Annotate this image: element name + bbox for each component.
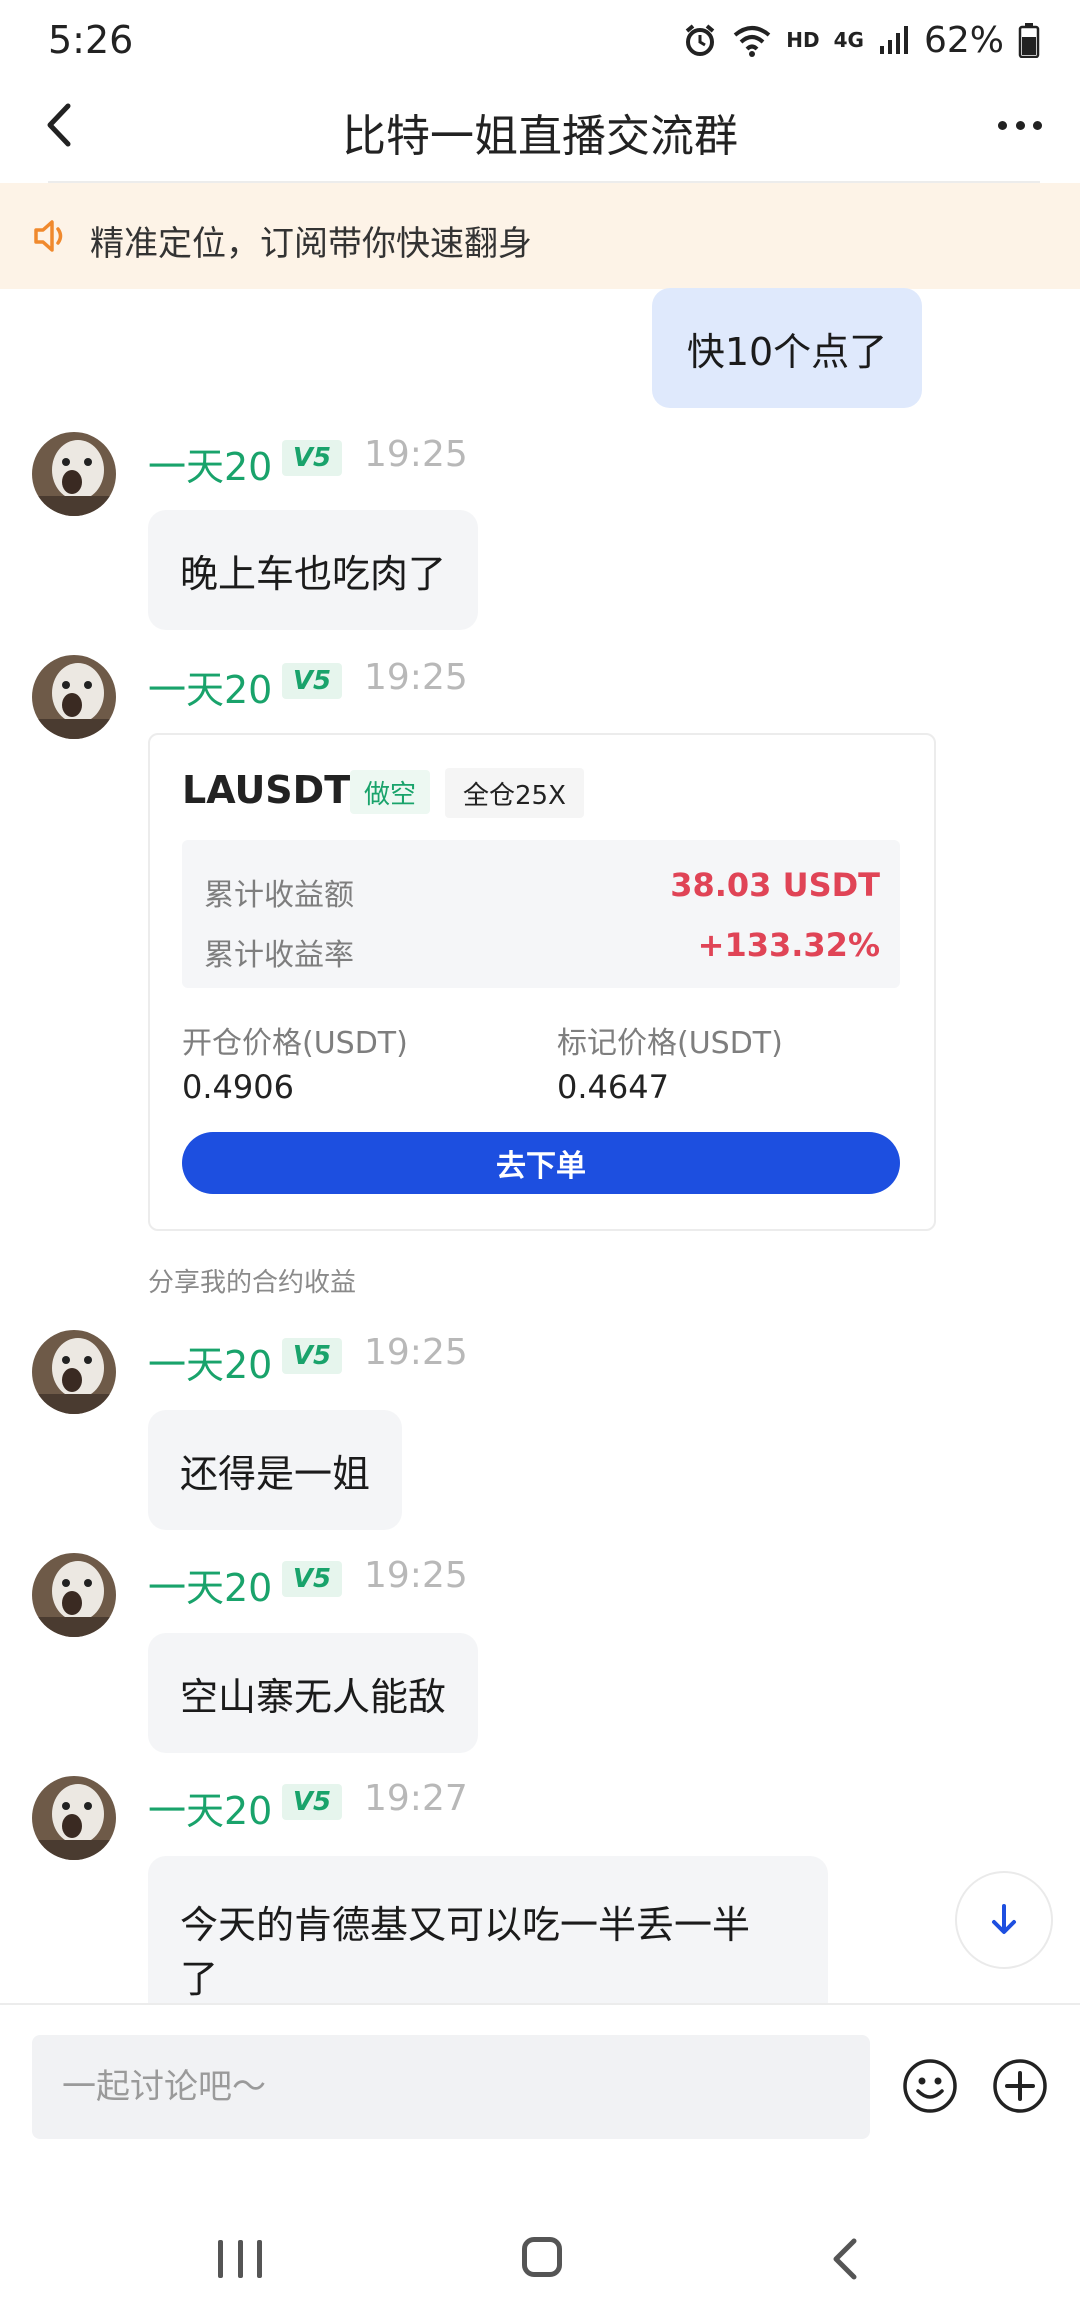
level-badge: V5 xyxy=(282,1561,342,1597)
level-badge: V5 xyxy=(282,663,342,699)
leverage-tag: 全仓25X xyxy=(445,768,584,818)
message-bubble[interactable]: 晚上车也吃肉了 xyxy=(148,510,479,630)
status-icons: HD 4G 62% xyxy=(682,18,1040,62)
sender-name[interactable]: 一天20 xyxy=(148,1557,272,1612)
message-bubble[interactable]: 空山寨无人能敌 xyxy=(148,1633,479,1753)
network-4g-label: 4G xyxy=(833,28,864,52)
arrow-down-icon xyxy=(992,1904,1016,1934)
rate-label: 累计收益率 xyxy=(204,938,354,973)
mark-price-label: 标记价格(USDT) xyxy=(557,1026,783,1061)
avatar[interactable] xyxy=(32,655,116,739)
level-badge: V5 xyxy=(282,1338,342,1374)
avatar[interactable] xyxy=(32,1553,116,1637)
message-time: 19:25 xyxy=(364,1555,468,1596)
network-hd-label: HD xyxy=(786,28,820,52)
trade-symbol: LAUSDT xyxy=(182,768,351,812)
recent-apps-button[interactable] xyxy=(218,2240,262,2278)
notice-text: 精准定位，订阅带你快速翻身 xyxy=(90,224,532,264)
message-time: 19:27 xyxy=(364,1778,468,1819)
more-horizontal-icon[interactable] xyxy=(998,110,1042,140)
mark-price-value: 0.4647 xyxy=(557,1068,669,1106)
message-time: 19:25 xyxy=(364,434,468,475)
avatar[interactable] xyxy=(32,432,116,516)
place-order-button[interactable]: 去下单 xyxy=(182,1132,900,1194)
battery-icon xyxy=(1018,23,1040,58)
level-badge: V5 xyxy=(282,1784,342,1820)
message-text-line: 今天的肯德基又可以吃一半丢一半 xyxy=(180,1903,751,1947)
speaker-icon xyxy=(34,220,63,252)
open-price-label: 开仓价格(USDT) xyxy=(182,1026,408,1061)
signal-icon xyxy=(879,26,908,54)
smile-icon[interactable] xyxy=(902,2058,958,2114)
home-button[interactable] xyxy=(522,2237,562,2277)
message-bubble[interactable]: 还得是一姐 xyxy=(148,1410,403,1530)
message-time: 19:25 xyxy=(364,657,468,698)
message-input[interactable] xyxy=(32,2035,870,2139)
profit-label: 累计收益额 xyxy=(204,878,354,913)
message-text-line: 了 xyxy=(180,1957,219,2001)
scroll-to-bottom-button[interactable] xyxy=(955,1871,1053,1969)
sender-name[interactable]: 一天20 xyxy=(148,436,272,491)
status-time: 5:26 xyxy=(48,18,134,62)
sender-name[interactable]: 一天20 xyxy=(148,1780,272,1835)
message-bubble[interactable]: 今天的肯德基又可以吃一半丢一半 了 xyxy=(148,1856,828,2003)
sender-name[interactable]: 一天20 xyxy=(148,659,272,714)
open-price-value: 0.4906 xyxy=(182,1068,294,1106)
own-message-bubble[interactable]: 快10个点了 xyxy=(652,288,922,408)
avatar[interactable] xyxy=(32,1330,116,1414)
share-caption: 分享我的合约收益 xyxy=(148,1268,357,1298)
page-title: 比特一姐直播交流群 xyxy=(342,111,738,162)
message-time: 19:25 xyxy=(364,1332,468,1373)
direction-tag: 做空 xyxy=(350,770,431,814)
input-divider xyxy=(0,2003,1080,2005)
level-badge: V5 xyxy=(282,440,342,476)
profit-value: 38.03 USDT xyxy=(670,866,880,904)
battery-percent: 62% xyxy=(923,19,1004,61)
alarm-icon xyxy=(686,24,715,56)
wifi-icon xyxy=(734,26,771,57)
plus-circle-icon[interactable] xyxy=(992,2058,1048,2114)
nav-back-icon[interactable] xyxy=(830,2237,860,2281)
rate-value: +133.32% xyxy=(697,926,880,964)
avatar[interactable] xyxy=(32,1776,116,1860)
sender-name[interactable]: 一天20 xyxy=(148,1334,272,1389)
